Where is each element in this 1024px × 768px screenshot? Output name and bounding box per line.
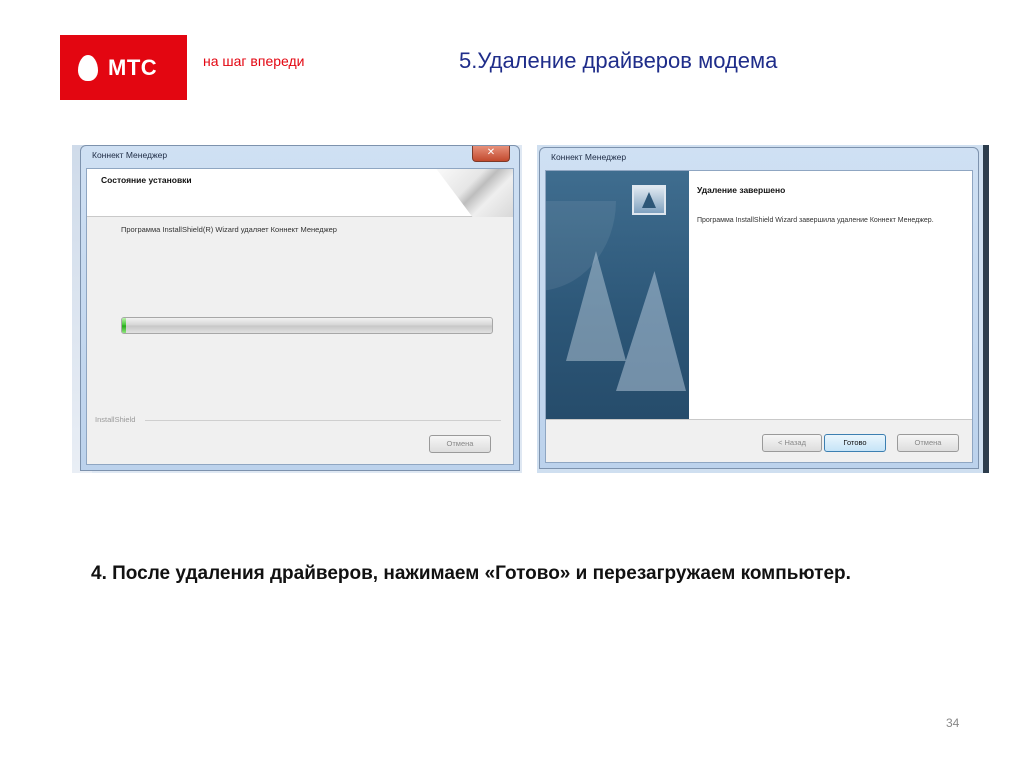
slogan: на шаг впереди xyxy=(203,53,305,69)
completion-message: Программа InstallShield Wizard завершила… xyxy=(697,217,934,224)
wizard-header: Состояние установки xyxy=(87,169,513,217)
instruction-caption: 4. После удаления драйверов, нажимаем «Г… xyxy=(91,563,851,584)
installshield-label: InstallShield xyxy=(95,415,136,424)
wizard-content: Удаление завершено Программа InstallShie… xyxy=(689,171,972,419)
wizard-side-graphic xyxy=(546,171,689,419)
section-title: Удаление завершено xyxy=(697,185,786,195)
window-title: Коннект Менеджер xyxy=(551,152,627,162)
desktop-edge xyxy=(983,145,989,473)
title-bar: Коннект Менеджер ✕ xyxy=(86,146,514,168)
page-curl-graphic xyxy=(436,169,513,217)
screenshot-complete: Коннект Менеджер Удаление завершено Прог… xyxy=(537,145,989,473)
progress-bar xyxy=(121,317,493,334)
footer-divider xyxy=(145,420,501,421)
mts-egg-icon xyxy=(78,54,98,81)
installer-window: Коннект Менеджер ✕ Состояние установки П… xyxy=(80,145,520,471)
finish-button[interactable]: Готово xyxy=(824,434,886,452)
footer-divider xyxy=(546,419,972,420)
window-title: Коннект Менеджер xyxy=(92,150,168,160)
section-title: Состояние установки xyxy=(101,175,192,185)
close-button[interactable]: ✕ xyxy=(472,146,510,162)
installer-app-icon xyxy=(632,185,666,215)
mts-logo: МТС xyxy=(60,35,187,100)
window-body: Удаление завершено Программа InstallShie… xyxy=(545,170,973,463)
progress-fill xyxy=(122,318,126,333)
slide-title: 5.Удаление драйверов модема xyxy=(459,48,778,73)
cancel-button[interactable]: Отмена xyxy=(897,434,959,452)
title-bar: Коннект Менеджер xyxy=(545,148,973,170)
sail-graphic xyxy=(546,201,616,291)
cancel-button[interactable]: Отмена xyxy=(429,435,491,453)
back-button[interactable]: < Назад xyxy=(762,434,822,452)
status-text: Программа InstallShield(R) Wizard удаляе… xyxy=(121,225,337,234)
logo-text: МТС xyxy=(108,54,158,80)
screenshot-uninstalling: Коннект Менеджер ✕ Состояние установки П… xyxy=(72,145,522,473)
installer-window: Коннект Менеджер Удаление завершено Прог… xyxy=(539,147,979,469)
window-body: Состояние установки Программа InstallShi… xyxy=(86,168,514,465)
page-number: 34 xyxy=(946,716,960,730)
sail-graphic xyxy=(616,271,686,391)
